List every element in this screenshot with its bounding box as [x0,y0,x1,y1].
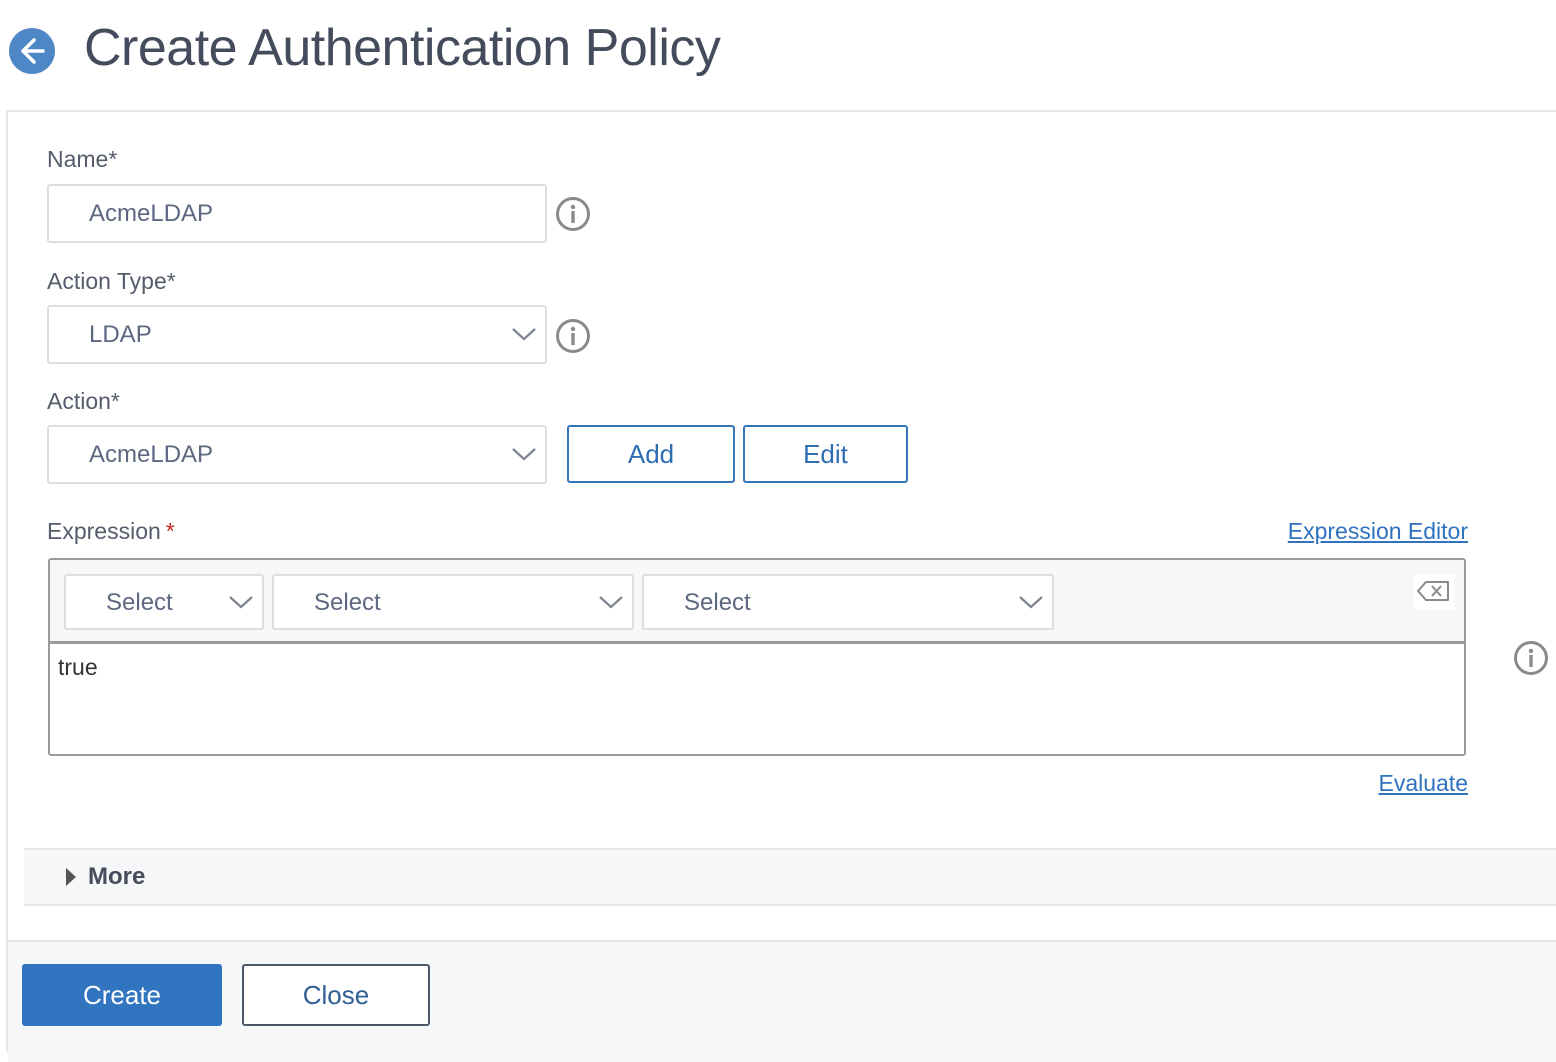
expression-box: Select Select Select true [48,558,1466,756]
action-value: AcmeLDAP [89,441,214,468]
name-label: Name* [47,146,118,172]
backspace-clear-icon [1417,581,1449,601]
expression-select-2[interactable]: Select [272,574,634,630]
edit-action-button[interactable]: Edit [743,425,908,483]
page-title: Create Authentication Policy [84,19,721,77]
arrow-left-icon [21,38,45,64]
info-circle-icon[interactable] [555,196,591,232]
create-button[interactable]: Create [22,964,222,1026]
expression-select-1[interactable]: Select [64,574,264,630]
chevron-down-icon [229,596,253,609]
chevron-down-icon [512,448,536,461]
select-1-value: Select [106,589,173,616]
caret-right-icon [66,868,76,886]
action-select[interactable]: AcmeLDAP [47,425,547,484]
form-footer: Create Close [8,940,1556,1062]
back-button[interactable] [9,28,55,74]
name-input-value: AcmeLDAP [89,200,214,227]
info-circle-icon[interactable] [1513,640,1549,676]
more-label: More [88,863,146,890]
add-action-button[interactable]: Add [567,425,735,483]
expression-editor-link[interactable]: Expression Editor [1288,518,1468,545]
clear-expression-button[interactable] [1414,574,1454,610]
info-circle-icon[interactable] [555,318,591,354]
evaluate-link[interactable]: Evaluate [1378,770,1468,797]
action-type-value: LDAP [89,321,152,348]
action-type-label: Action Type* [47,268,176,294]
expression-label-text: Expression [47,518,161,544]
chevron-down-icon [1019,596,1043,609]
expression-label: Expression * [47,518,175,545]
expression-toolbar: Select Select Select [50,560,1464,644]
close-button[interactable]: Close [242,964,430,1026]
chevron-down-icon [599,596,623,609]
page-header: Create Authentication Policy [0,0,1556,110]
form-panel: Name* AcmeLDAP Action Type* LDAP Action*… [6,110,1556,1062]
select-3-value: Select [684,589,751,616]
more-section-toggle[interactable]: More [24,848,1556,906]
name-input[interactable]: AcmeLDAP [47,184,547,243]
expression-textarea[interactable]: true [58,654,98,681]
action-type-select[interactable]: LDAP [47,305,547,364]
select-2-value: Select [314,589,381,616]
chevron-down-icon [512,328,536,341]
expression-select-3[interactable]: Select [642,574,1054,630]
required-marker: * [165,518,175,544]
action-label: Action* [47,388,120,414]
